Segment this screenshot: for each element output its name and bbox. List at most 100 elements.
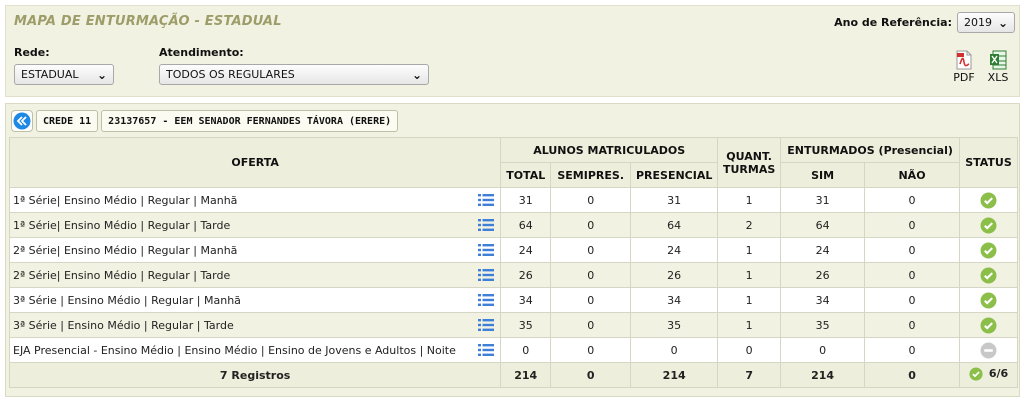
list-icon[interactable]: [478, 293, 495, 307]
oferta-text: 2ª Série| Ensino Médio | Regular | Tarde: [13, 268, 231, 282]
list-icon[interactable]: [478, 193, 495, 207]
cell-total: 31: [500, 187, 552, 213]
cell-status: [958, 337, 1019, 363]
excel-file-icon: [990, 50, 1007, 70]
oferta-text: 3ª Série | Ensino Médio | Regular | Tard…: [13, 318, 234, 332]
header-alunos-matriculados: ALUNOS MATRICULADOS: [500, 137, 719, 163]
export-xls-button[interactable]: XLS: [985, 50, 1011, 84]
table-row: 2ª Série| Ensino Médio | Regular | Manhã…: [8, 237, 1019, 263]
breadcrumb-crede[interactable]: CREDE 11: [36, 110, 99, 132]
cell-total: 26: [500, 262, 552, 288]
double-chevron-left-icon: [13, 112, 31, 130]
cell-nao: 0: [864, 187, 960, 213]
header-oferta: OFERTA: [8, 137, 502, 188]
breadcrumb-school[interactable]: 23137657 - EEM SENADOR FERNANDES TÁVORA …: [101, 110, 399, 132]
table-row: 2ª Série| Ensino Médio | Regular | Tarde…: [8, 262, 1019, 288]
rede-label: Rede:: [14, 46, 50, 59]
year-select[interactable]: 2019 ⌄: [957, 12, 1015, 33]
cell-turmas: 1: [717, 187, 782, 213]
table-row: 1ª Série| Ensino Médio | Regular | Manhã…: [8, 187, 1019, 213]
cell-status: [958, 312, 1019, 338]
page-title: MAPA DE ENTURMAÇÃO - ESTADUAL: [14, 14, 282, 29]
cell-total: 35: [500, 312, 552, 338]
cell-total: 0: [500, 337, 552, 363]
year-selector-group: Ano de Referência: 2019 ⌄: [834, 12, 1015, 33]
list-icon[interactable]: [478, 343, 495, 357]
cell-oferta: 3ª Série | Ensino Médio | Regular | Manh…: [8, 287, 502, 313]
cell-status: [958, 187, 1019, 213]
cell-total: 24: [500, 237, 552, 263]
cell-nao: 0: [864, 337, 960, 363]
rede-value: ESTADUAL: [21, 68, 79, 81]
cell-status: [958, 212, 1019, 238]
cell-turmas: 1: [717, 262, 782, 288]
cell-nao: 0: [864, 287, 960, 313]
cell-presencial: 34: [630, 287, 719, 313]
list-icon[interactable]: [478, 318, 495, 332]
cell-nao: 0: [864, 212, 960, 238]
cell-semipres: 0: [550, 287, 632, 313]
cell-sim: 26: [780, 262, 866, 288]
cell-turmas: 0: [717, 337, 782, 363]
footer-registros: 7 Registros: [8, 362, 502, 388]
enturmacao-table: OFERTA ALUNOS MATRICULADOS QUANT. TURMAS…: [8, 137, 1019, 388]
table-row: 1ª Série| Ensino Médio | Regular | Tarde…: [8, 212, 1019, 238]
cell-semipres: 0: [550, 337, 632, 363]
atendimento-select[interactable]: TODOS OS REGULARES ⌄: [159, 64, 429, 85]
header-quant-line2: TURMAS: [723, 162, 776, 176]
footer-total: 214: [500, 362, 552, 388]
cell-semipres: 0: [550, 262, 632, 288]
check-circle-icon: [980, 242, 997, 258]
cell-presencial: 31: [630, 187, 719, 213]
header-nao: NÃO: [864, 162, 960, 188]
check-circle-icon: [980, 192, 997, 208]
cell-semipres: 0: [550, 237, 632, 263]
table-row: EJA Presencial - Ensino Médio | Ensino M…: [8, 337, 1019, 363]
cell-turmas: 1: [717, 237, 782, 263]
check-circle-icon: [969, 366, 983, 381]
oferta-text: EJA Presencial - Ensino Médio | Ensino M…: [13, 343, 456, 357]
cell-oferta: 1ª Série| Ensino Médio | Regular | Tarde: [8, 212, 502, 238]
cell-status: [958, 287, 1019, 313]
results-panel: CREDE 11 23137657 - EEM SENADOR FERNANDE…: [5, 103, 1020, 397]
pdf-label: PDF: [953, 71, 975, 84]
cell-presencial: 0: [630, 337, 719, 363]
minus-circle-icon: [980, 342, 997, 358]
cell-oferta: 2ª Série| Ensino Médio | Regular | Manhã: [8, 237, 502, 263]
footer-nao: 0: [864, 362, 960, 388]
rede-select[interactable]: ESTADUAL ⌄: [14, 64, 114, 85]
table-row: 3ª Série | Ensino Médio | Regular | Tard…: [8, 312, 1019, 338]
header-presencial: PRESENCIAL: [630, 162, 719, 188]
oferta-text: 2ª Série| Ensino Médio | Regular | Manhã: [13, 243, 238, 257]
cell-sim: 31: [780, 187, 866, 213]
atendimento-label: Atendimento:: [159, 46, 244, 59]
footer-turmas: 7: [717, 362, 782, 388]
check-circle-icon: [980, 292, 997, 308]
cell-sim: 24: [780, 237, 866, 263]
oferta-text: 1ª Série| Ensino Médio | Regular | Manhã: [13, 193, 238, 207]
header-semipres: SEMIPRES.: [550, 162, 632, 188]
cell-turmas: 2: [717, 212, 782, 238]
cell-oferta: EJA Presencial - Ensino Médio | Ensino M…: [8, 337, 502, 363]
cell-turmas: 1: [717, 312, 782, 338]
atendimento-value: TODOS OS REGULARES: [166, 68, 295, 81]
export-pdf-button[interactable]: PDF: [951, 50, 977, 84]
check-circle-icon: [980, 267, 997, 283]
list-icon[interactable]: [478, 243, 495, 257]
header-total: TOTAL: [500, 162, 552, 188]
list-icon[interactable]: [478, 218, 495, 232]
header-quant-line1: QUANT.: [726, 149, 772, 163]
oferta-text: 1ª Série| Ensino Médio | Regular | Tarde: [13, 218, 231, 232]
header-quant-turmas: QUANT. TURMAS: [717, 137, 782, 188]
header-enturmados: ENTURMADOS (Presencial): [780, 137, 960, 163]
table-row: 3ª Série | Ensino Médio | Regular | Manh…: [8, 287, 1019, 313]
cell-oferta: 1ª Série| Ensino Médio | Regular | Manhã: [8, 187, 502, 213]
footer-status-count: 6/6: [988, 367, 1009, 380]
footer-status: 6/6: [958, 362, 1019, 388]
header-sim: SIM: [780, 162, 866, 188]
header-status: STATUS: [958, 137, 1019, 188]
list-icon[interactable]: [478, 268, 495, 282]
check-circle-icon: [980, 217, 997, 233]
back-button[interactable]: [11, 110, 33, 132]
cell-presencial: 35: [630, 312, 719, 338]
